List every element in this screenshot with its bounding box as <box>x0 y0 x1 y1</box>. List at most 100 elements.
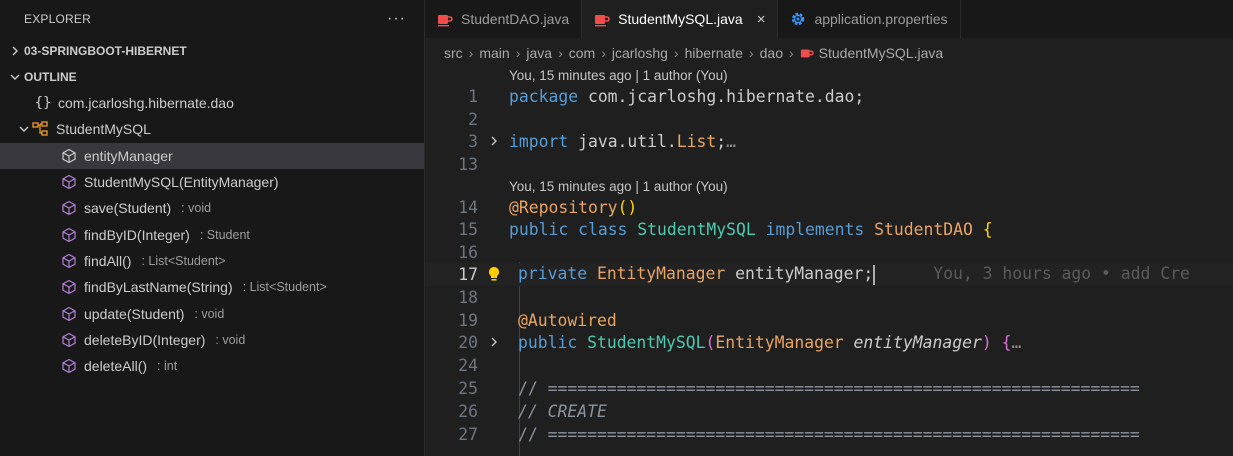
breadcrumb-item[interactable]: jcarloshg <box>612 45 668 61</box>
code-token: StudentMySQL <box>577 332 706 352</box>
code-area[interactable]: You, 15 minutes ago | 1 author (You) 1 p… <box>425 68 1233 456</box>
outline-member-findbyid[interactable]: findByID(Integer) : Student <box>0 221 424 247</box>
code-line: 2 <box>425 108 1233 131</box>
code-token: @ <box>509 197 519 217</box>
outline-member-detail: : void <box>181 201 212 216</box>
outline-member-label: StudentMySQL(EntityManager) <box>84 174 279 191</box>
code-token: com.jcarloshg.hibernate.dao; <box>578 86 865 106</box>
codelens-author[interactable]: You, 15 minutes ago | 1 author (You) <box>509 175 728 197</box>
code-comment: // =====================================… <box>518 424 1140 444</box>
line-number: 13 <box>458 154 478 174</box>
outline-item-class[interactable]: StudentMySQL <box>0 116 424 142</box>
line-number: 18 <box>458 287 478 307</box>
breadcrumb-item[interactable]: main <box>479 45 509 61</box>
outline-member-findall[interactable]: findAll() : List<Student> <box>0 248 424 274</box>
outline-item-label: com.jcarloshg.hibernate.dao <box>58 95 234 112</box>
code-line: 3 import java.util.List;… <box>425 130 1233 153</box>
outline-member-detail: : int <box>157 359 178 374</box>
line-number: 2 <box>468 109 478 129</box>
code-token: import <box>509 131 569 151</box>
code-comment: // CREATE <box>518 401 607 421</box>
chevron-down-icon[interactable] <box>16 124 32 134</box>
code-line: 24 <box>425 354 1233 377</box>
outline-member-entitymanager[interactable]: entityManager <box>0 142 424 169</box>
tab-studentdao[interactable]: StudentDAO.java <box>425 0 583 38</box>
outline-member-deletebyid[interactable]: deleteByID(Integer) : void <box>0 327 424 353</box>
outline-item-namespace[interactable]: {} com.jcarloshg.hibernate.dao <box>0 90 424 116</box>
fold-ellipsis[interactable]: … <box>1011 333 1021 352</box>
code-token: ) <box>981 332 992 352</box>
breadcrumb-item[interactable]: StudentMySQL.java <box>819 45 944 61</box>
tab-label: StudentMySQL.java <box>618 11 743 27</box>
fold-ellipsis[interactable]: … <box>726 132 736 151</box>
section-outline-label: OUTLINE <box>24 70 77 84</box>
close-icon[interactable]: × <box>757 11 766 28</box>
outline-member-update[interactable]: update(Student) : void <box>0 300 424 326</box>
code-line: 1 package com.jcarloshg.hibernate.dao; <box>425 85 1233 108</box>
field-icon <box>60 147 78 165</box>
line-number: 3 <box>468 131 478 151</box>
breadcrumb-item[interactable]: java <box>526 45 552 61</box>
fold-chevron-icon[interactable] <box>478 136 509 146</box>
code-token: EntityManager <box>715 332 844 352</box>
chevron-right-icon <box>6 46 24 56</box>
code-token: entityManager; <box>725 264 874 283</box>
code-token: () <box>617 197 638 217</box>
code-token: public <box>509 219 569 239</box>
outline-member-detail: : Student <box>199 227 250 242</box>
code-token: Repository <box>518 197 618 217</box>
outline-member-label: deleteByID(Integer) <box>84 331 206 348</box>
outline-member-save[interactable]: save(Student) : void <box>0 195 424 221</box>
explorer-title: EXPLORER <box>24 12 91 26</box>
breadcrumb-item[interactable]: hibernate <box>685 45 743 61</box>
outline-member-findbylastname[interactable]: findByLastName(String) : List<Student> <box>0 274 424 300</box>
outline-member-constructor[interactable]: StudentMySQL(EntityManager) <box>0 169 424 195</box>
line-number: 20 <box>458 332 478 352</box>
method-icon <box>60 305 78 323</box>
outline-member-deleteall[interactable]: deleteAll() : int <box>0 353 424 379</box>
more-actions-icon[interactable]: ··· <box>387 10 406 28</box>
code-token: class <box>568 219 638 239</box>
code-line-current: 17 private EntityManager entityManager; Y… <box>425 263 1233 286</box>
section-outline[interactable]: OUTLINE <box>0 64 424 90</box>
fold-chevron-icon[interactable] <box>478 337 509 347</box>
code-line: 18 <box>425 286 1233 309</box>
breadcrumb-item[interactable]: com <box>569 45 595 61</box>
code-token: java.util. <box>568 131 677 151</box>
code-token: @ <box>518 310 528 330</box>
method-icon <box>60 226 78 244</box>
outline-member-detail: : List<Student> <box>141 253 226 268</box>
class-icon <box>32 120 50 138</box>
tab-application-properties[interactable]: application.properties <box>778 0 961 38</box>
code-token: List <box>676 131 717 151</box>
code-token: implements <box>755 219 875 239</box>
method-icon <box>60 252 78 270</box>
explorer-sidebar: EXPLORER ··· 03-SPRINGBOOT-HIBERNET OUTL… <box>0 0 425 456</box>
tab-label: StudentDAO.java <box>461 11 570 27</box>
code-token: StudentMySQL <box>637 219 756 239</box>
section-project[interactable]: 03-SPRINGBOOT-HIBERNET <box>0 38 424 64</box>
code-token: StudentDAO <box>874 219 973 239</box>
tab-label: application.properties <box>814 11 948 27</box>
code-line: 20 public StudentMySQL(EntityManager ent… <box>425 331 1233 354</box>
outline-member-label: save(Student) <box>84 200 172 217</box>
lightbulb-icon[interactable] <box>478 266 509 282</box>
code-line: 14 @Repository() <box>425 196 1233 219</box>
section-project-label: 03-SPRINGBOOT-HIBERNET <box>24 44 187 58</box>
code-token: EntityManager <box>587 264 726 283</box>
method-icon <box>60 278 78 296</box>
tab-studentmysql[interactable]: StudentMySQL.java × <box>582 0 779 38</box>
tab-bar: StudentDAO.java StudentMySQL.java × appl… <box>425 0 1233 38</box>
breadcrumb-item[interactable]: dao <box>760 45 783 61</box>
line-number: 16 <box>458 242 478 262</box>
method-icon <box>60 199 78 217</box>
breadcrumb-item[interactable]: src <box>444 45 463 61</box>
codelens-author[interactable]: You, 15 minutes ago | 1 author (You) <box>509 64 728 86</box>
breadcrumb-separator: › <box>601 45 606 61</box>
editor: StudentDAO.java StudentMySQL.java × appl… <box>425 0 1233 456</box>
code-token: Autowired <box>527 310 617 330</box>
outline-member-label: findByID(Integer) <box>84 226 190 243</box>
line-number: 26 <box>458 401 478 421</box>
breadcrumb-separator: › <box>673 45 679 61</box>
code-line: 19 @Autowired <box>425 309 1233 332</box>
